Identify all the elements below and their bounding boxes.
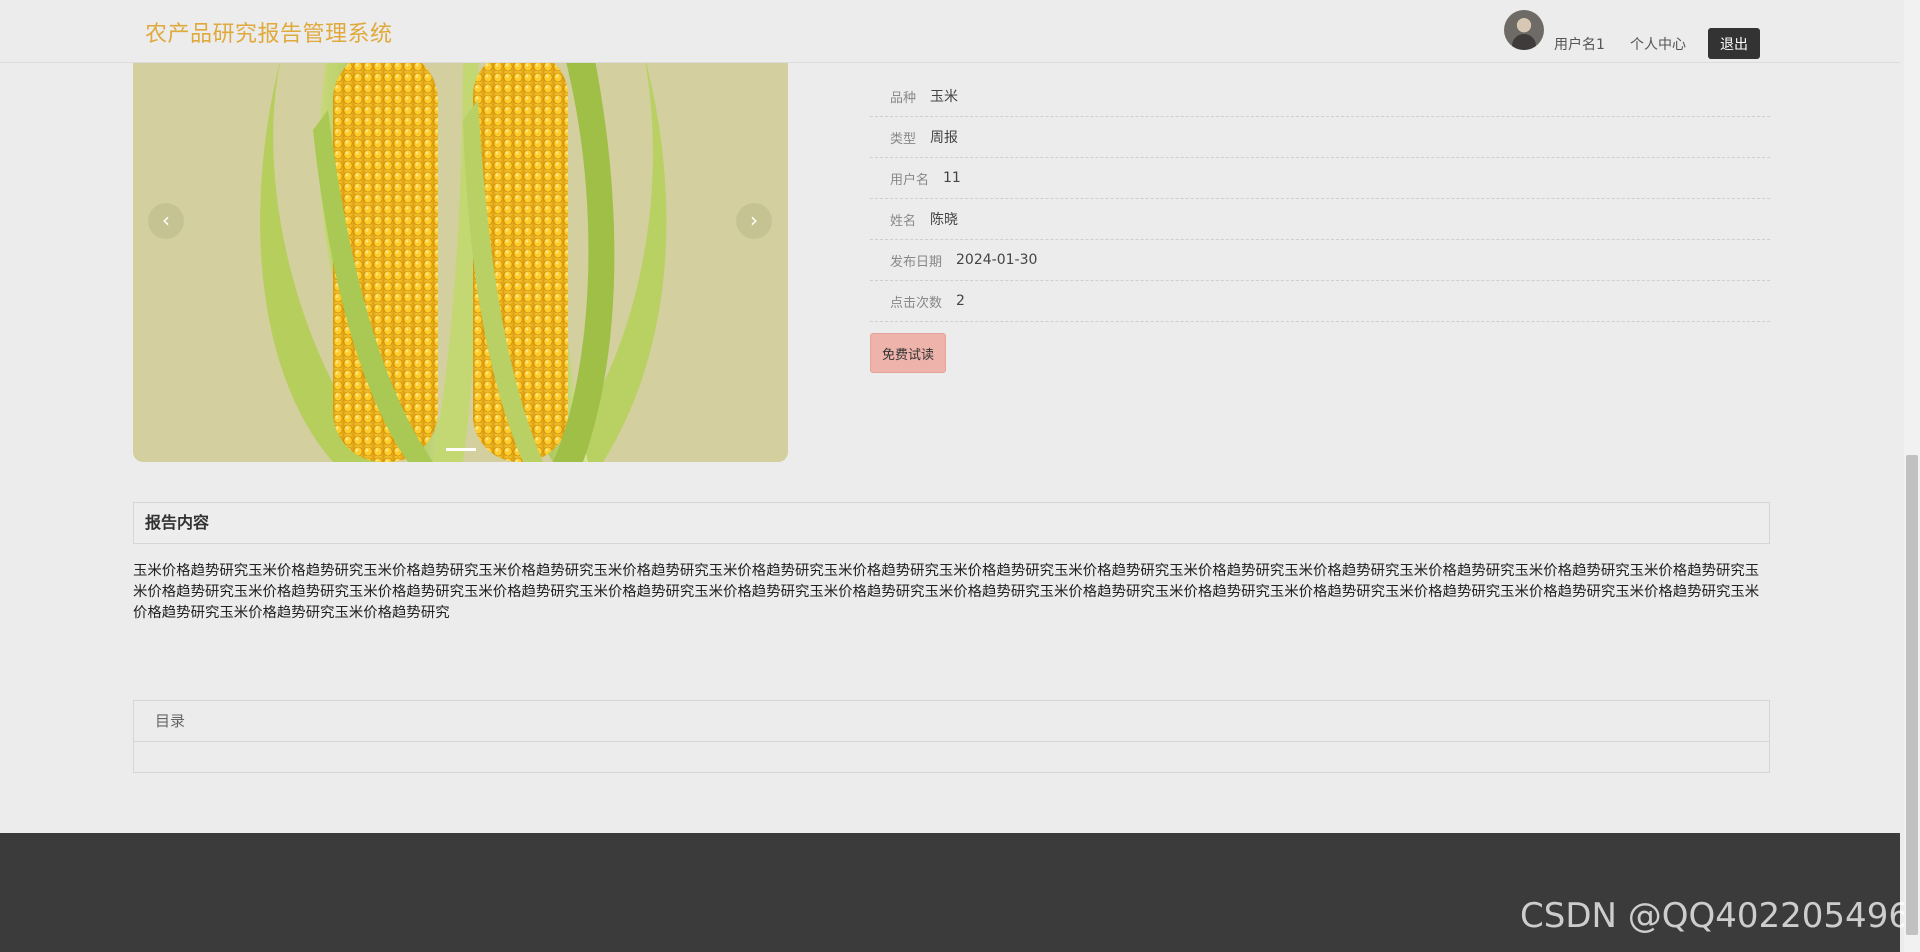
detail-row-name: 姓名 陈晓 bbox=[870, 199, 1770, 240]
detail-label: 姓名 bbox=[890, 213, 917, 229]
detail-value: 2024-01-30 bbox=[956, 252, 1038, 268]
detail-label: 品种 bbox=[890, 90, 917, 106]
username-link[interactable]: 用户名1 bbox=[1554, 34, 1605, 54]
report-content-heading: 报告内容 bbox=[133, 502, 1770, 544]
toc-title: 目录 bbox=[134, 701, 1769, 742]
detail-row-click-count: 点击次数 2 bbox=[870, 281, 1770, 322]
detail-row-username: 用户名 11 bbox=[870, 158, 1770, 199]
detail-value: 11 bbox=[943, 170, 961, 186]
watermark-text: CSDN @QQ402205496 bbox=[1520, 896, 1910, 936]
table-of-contents: 目录 bbox=[133, 700, 1770, 773]
corn-image bbox=[260, 50, 667, 462]
detail-row-variety: 品种 玉米 bbox=[870, 76, 1770, 117]
carousel-prev-button[interactable]: ‹ bbox=[148, 203, 184, 239]
detail-label: 用户名 bbox=[890, 172, 930, 188]
carousel-indicator[interactable] bbox=[446, 448, 476, 451]
detail-value: 玉米 bbox=[930, 89, 959, 105]
image-carousel: ‹ › bbox=[133, 50, 788, 462]
detail-row-type: 类型 周报 bbox=[870, 117, 1770, 158]
detail-label: 发布日期 bbox=[890, 254, 943, 270]
top-navbar: 农产品研究报告管理系统 用户名1 个人中心 退出 bbox=[0, 0, 1900, 63]
carousel-next-button[interactable]: › bbox=[736, 203, 772, 239]
site-title[interactable]: 农产品研究报告管理系统 bbox=[145, 16, 393, 48]
report-details: 品种 玉米 类型 周报 用户名 11 姓名 陈晓 发布日期 2024-01-30… bbox=[870, 76, 1770, 322]
scrollbar-thumb[interactable] bbox=[1906, 455, 1918, 935]
detail-row-publish-date: 发布日期 2024-01-30 bbox=[870, 240, 1770, 281]
detail-label: 点击次数 bbox=[890, 295, 943, 311]
logout-button[interactable]: 退出 bbox=[1708, 28, 1760, 59]
page-scrollbar[interactable] bbox=[1904, 0, 1920, 952]
detail-value: 陈晓 bbox=[930, 212, 959, 228]
report-content-body: 玉米价格趋势研究玉米价格趋势研究玉米价格趋势研究玉米价格趋势研究玉米价格趋势研究… bbox=[133, 563, 1760, 621]
detail-value: 周报 bbox=[930, 130, 959, 146]
profile-link[interactable]: 个人中心 bbox=[1630, 34, 1686, 54]
user-avatar[interactable] bbox=[1504, 10, 1544, 50]
detail-label: 类型 bbox=[890, 131, 917, 147]
free-trial-button[interactable]: 免费试读 bbox=[870, 333, 946, 373]
detail-value: 2 bbox=[956, 293, 965, 309]
